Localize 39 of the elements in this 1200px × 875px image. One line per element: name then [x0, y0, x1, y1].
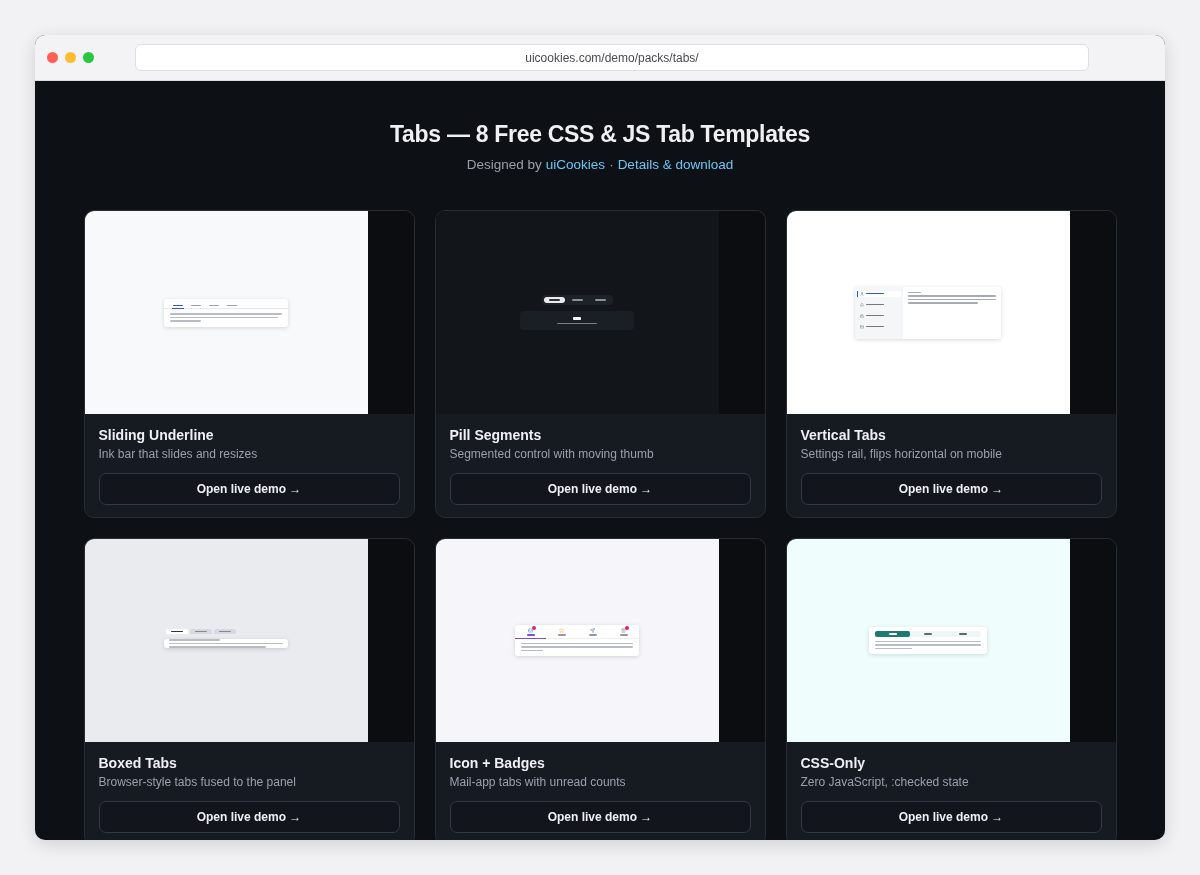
card-title: Sliding Underline: [98, 427, 215, 443]
card-description: Segmented control with moving thumb: [449, 447, 655, 461]
byline: Designed by: [466, 157, 542, 172]
tab-icon: [860, 291, 864, 296]
details-link[interactable]: Details & download: [617, 157, 734, 172]
tab[interactable]: [857, 290, 901, 297]
unread-badge: [624, 626, 629, 630]
demo-button[interactable]: Open live demo →: [449, 473, 751, 505]
author-link[interactable]: uiCookies: [545, 157, 606, 172]
demo-button[interactable]: Open live demo →: [449, 801, 751, 833]
tab-icon: [860, 313, 864, 318]
demo-button[interactable]: Open live demo →: [98, 473, 400, 505]
card-description: Browser-style tabs fused to the panel: [98, 775, 297, 789]
tab-icon: [559, 628, 564, 633]
address-bar[interactable]: uicookies.com/demo/packs/tabs/: [135, 44, 1089, 71]
separator: ·: [609, 157, 614, 172]
close-icon[interactable]: [47, 52, 58, 63]
card-title: Icon + Badges: [449, 755, 546, 771]
demo-button[interactable]: Open live demo →: [98, 801, 400, 833]
tab[interactable]: [166, 628, 188, 634]
card-title: Vertical Tabs: [800, 427, 887, 443]
card-title: Pill Segments: [449, 427, 543, 443]
tab-icon: [590, 628, 595, 633]
tab-icon: [528, 628, 533, 633]
demo-button[interactable]: Open live demo →: [800, 801, 1102, 833]
tab-icon: [860, 324, 864, 329]
unread-badge: [531, 626, 536, 630]
page-title: Tabs — 8 Free CSS & JS Tab Templates: [390, 121, 810, 148]
card-description: Mail-app tabs with unread counts: [449, 775, 627, 789]
card-title: CSS-Only: [800, 755, 867, 771]
card-description: Ink bar that slides and resizes: [98, 447, 259, 461]
card-title: Boxed Tabs: [98, 755, 178, 771]
card-description: Settings rail, flips horizontal on mobile: [800, 447, 1003, 461]
demo-button[interactable]: Open live demo →: [800, 473, 1102, 505]
tab-icon: [621, 628, 626, 633]
tab[interactable]: [172, 302, 184, 309]
card-description: Zero JavaScript, :checked state: [800, 775, 970, 789]
tab[interactable]: [515, 625, 546, 639]
segment[interactable]: [543, 297, 565, 303]
